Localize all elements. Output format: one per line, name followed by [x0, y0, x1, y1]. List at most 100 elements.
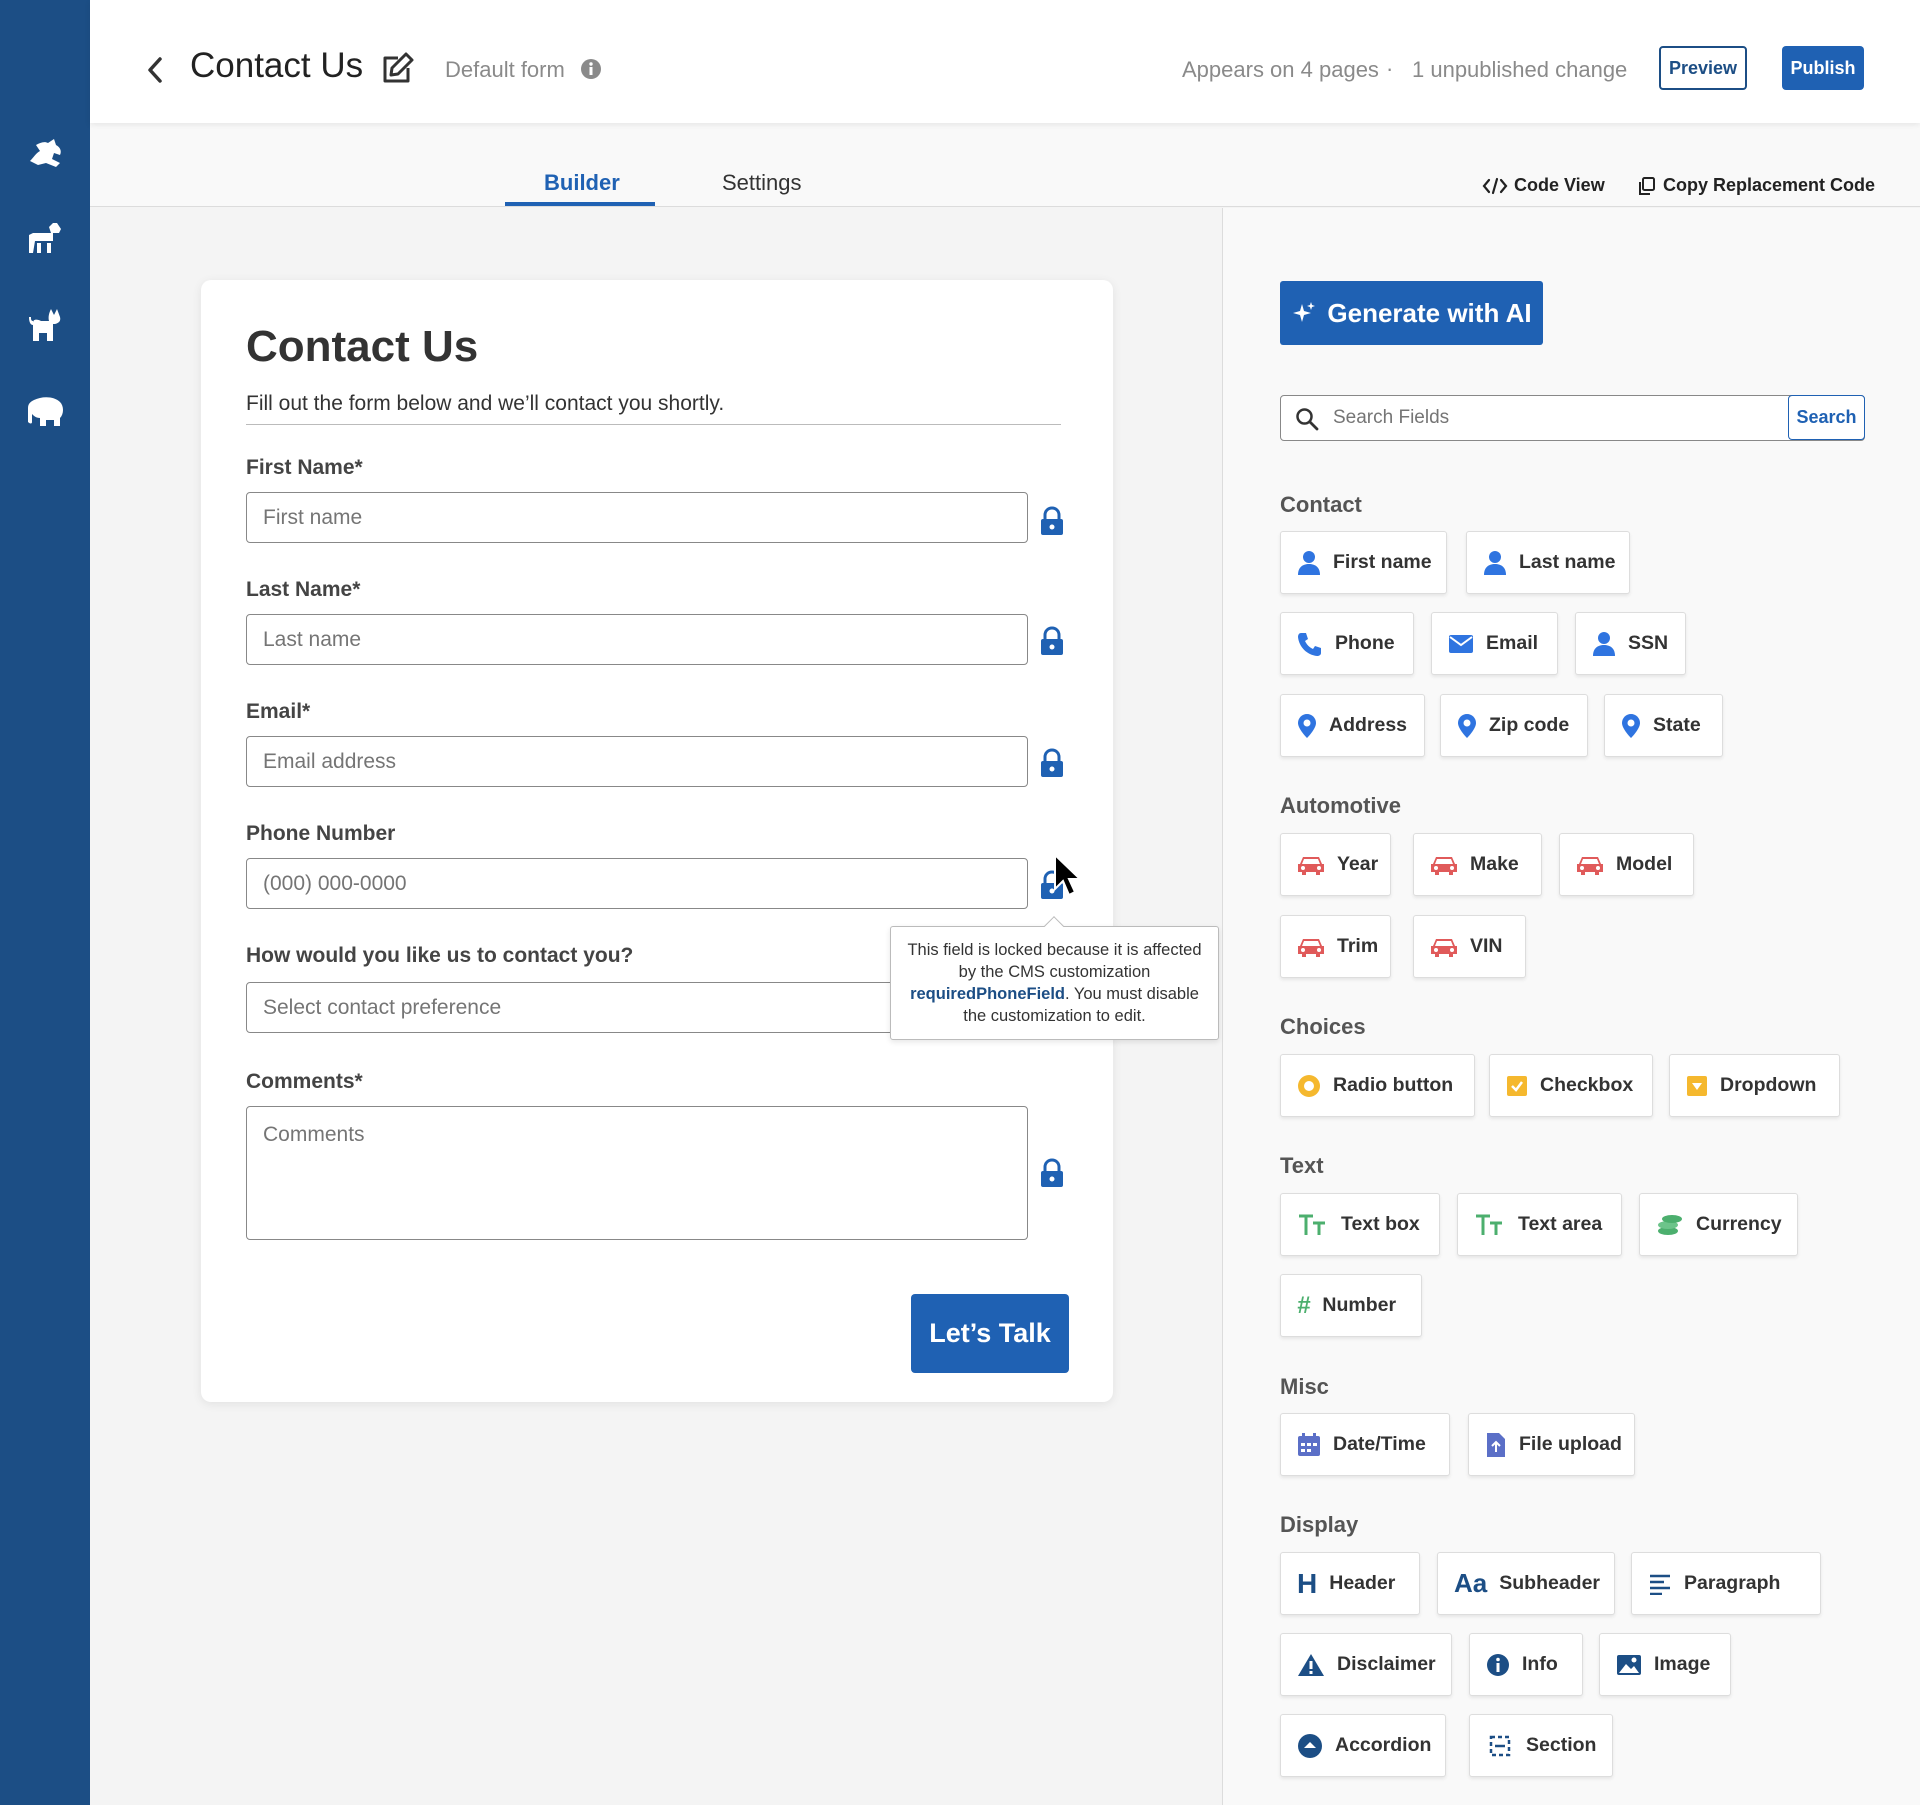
chip-label: Email	[1486, 632, 1539, 654]
form-title[interactable]: Contact Us	[246, 322, 478, 372]
lock-icon[interactable]	[1039, 1158, 1065, 1188]
lock-icon[interactable]	[1039, 626, 1065, 656]
chip-label: Trim	[1337, 935, 1379, 957]
text-type-icon	[1299, 1214, 1325, 1235]
publish-button[interactable]: Publish	[1782, 46, 1864, 90]
back-button[interactable]	[140, 52, 170, 88]
car-icon	[1298, 938, 1324, 957]
generate-with-ai-button[interactable]: Generate with AI	[1280, 281, 1543, 345]
chip-year[interactable]: Year	[1280, 833, 1391, 896]
chip-make[interactable]: Make	[1413, 833, 1542, 896]
car-icon	[1298, 856, 1324, 875]
chip-dropdown[interactable]: Dropdown	[1669, 1054, 1840, 1117]
fields-panel: Generate with AI Search Contact First na…	[1222, 208, 1920, 1805]
chip-model[interactable]: Model	[1559, 833, 1694, 896]
chip-first-name[interactable]: First name	[1280, 531, 1447, 594]
info-icon[interactable]	[580, 58, 602, 85]
chip-text-box[interactable]: Text box	[1280, 1193, 1440, 1256]
tooltip-text: This field is locked because it is affec…	[907, 941, 1202, 981]
tab-settings[interactable]: Settings	[722, 170, 802, 196]
tab-builder[interactable]: Builder	[544, 170, 620, 196]
chip-date-time[interactable]: Date/Time	[1280, 1413, 1450, 1476]
text-type-icon	[1476, 1214, 1502, 1235]
chip-header[interactable]: H Header	[1280, 1552, 1420, 1615]
page-title: Contact Us	[190, 46, 364, 85]
chip-number[interactable]: # Number	[1280, 1274, 1422, 1337]
chip-label: Paragraph	[1684, 1572, 1781, 1594]
info-icon	[1487, 1653, 1509, 1676]
field-label-phone: Phone Number	[246, 822, 396, 845]
chip-info[interactable]: Info	[1469, 1633, 1583, 1696]
form-subtitle[interactable]: Fill out the form below and we’ll contac…	[246, 392, 724, 416]
edit-icon[interactable]	[380, 50, 416, 91]
section-title-contact: Contact	[1280, 492, 1362, 517]
chip-email[interactable]: Email	[1431, 612, 1558, 675]
chip-label: Number	[1322, 1294, 1397, 1316]
chip-trim[interactable]: Trim	[1280, 915, 1391, 978]
chip-phone[interactable]: Phone	[1280, 612, 1414, 675]
horse-icon[interactable]	[25, 132, 65, 172]
chip-zip-code[interactable]: Zip code	[1440, 694, 1588, 757]
hash-icon: #	[1297, 1291, 1311, 1319]
chevron-left-icon	[148, 57, 162, 83]
separator: ·	[1386, 56, 1394, 81]
section-title-text: Text	[1280, 1153, 1324, 1178]
appears-on-pages: Appears on 4 pages	[1182, 57, 1379, 82]
last-name-input[interactable]	[246, 614, 1028, 665]
chip-paragraph[interactable]: Paragraph	[1631, 1552, 1821, 1615]
code-icon	[1482, 177, 1508, 194]
calendar-icon	[1298, 1432, 1320, 1456]
chip-currency[interactable]: Currency	[1639, 1193, 1798, 1256]
chip-address[interactable]: Address	[1280, 694, 1425, 757]
chip-text-area[interactable]: Text area	[1457, 1193, 1622, 1256]
chip-last-name[interactable]: Last name	[1466, 531, 1630, 594]
search-button[interactable]: Search	[1788, 395, 1865, 440]
chip-checkbox[interactable]: Checkbox	[1489, 1054, 1653, 1117]
comments-textarea[interactable]	[246, 1106, 1028, 1240]
chip-ssn[interactable]: SSN	[1575, 612, 1686, 675]
chip-label: Text box	[1341, 1213, 1420, 1235]
cat-icon[interactable]	[25, 305, 65, 345]
chip-state[interactable]: State	[1604, 694, 1723, 757]
chip-subheader[interactable]: Aa Subheader	[1437, 1552, 1615, 1615]
chip-label: Model	[1616, 853, 1673, 875]
submit-button[interactable]: Let’s Talk	[911, 1294, 1069, 1373]
section-title-automotive: Automotive	[1280, 793, 1401, 818]
lock-icon[interactable]	[1039, 506, 1065, 536]
dog-icon[interactable]	[25, 218, 65, 258]
first-name-input[interactable]	[246, 492, 1028, 543]
chip-file-upload[interactable]: File upload	[1468, 1413, 1635, 1476]
chip-disclaimer[interactable]: Disclaimer	[1280, 1633, 1452, 1696]
copy-replacement-code-button[interactable]: Copy Replacement Code	[1637, 175, 1875, 196]
chip-vin[interactable]: VIN	[1413, 915, 1526, 978]
email-input[interactable]	[246, 736, 1028, 787]
search-fields-input[interactable]	[1333, 396, 1783, 439]
chip-label: Subheader	[1499, 1572, 1601, 1594]
chip-radio-button[interactable]: Radio button	[1280, 1054, 1475, 1117]
phone-input[interactable]	[246, 858, 1028, 909]
locked-field-tooltip: This field is locked because it is affec…	[890, 926, 1219, 1040]
phone-icon	[1298, 632, 1321, 656]
lock-icon[interactable]	[1039, 748, 1065, 778]
code-view-button[interactable]: Code View	[1482, 175, 1605, 196]
sparkle-icon	[1293, 302, 1316, 322]
paragraph-icon	[1650, 1574, 1670, 1595]
chip-label: Header	[1329, 1572, 1396, 1594]
field-label-email: Email*	[246, 700, 311, 723]
elephant-icon[interactable]	[25, 392, 65, 432]
section-title-display: Display	[1280, 1512, 1359, 1537]
chip-label: VIN	[1470, 935, 1503, 957]
chip-label: Dropdown	[1720, 1074, 1817, 1096]
preview-button[interactable]: Preview	[1659, 46, 1747, 90]
chip-section[interactable]: Section	[1469, 1714, 1613, 1777]
active-tab-indicator	[505, 202, 655, 206]
chip-accordion[interactable]: Accordion	[1280, 1714, 1446, 1777]
font-icon: Aa	[1454, 1568, 1488, 1598]
heading-icon: H	[1297, 1567, 1318, 1599]
tab-bar: Builder Settings Code View Copy Replacem…	[90, 123, 1920, 207]
ai-button-label: Generate with AI	[1327, 297, 1532, 328]
chip-label: SSN	[1628, 632, 1669, 654]
chip-image[interactable]: Image	[1599, 1633, 1731, 1696]
top-header: Contact Us Default form Appears on 4 pag…	[90, 0, 1920, 123]
chip-label: Image	[1654, 1653, 1711, 1675]
